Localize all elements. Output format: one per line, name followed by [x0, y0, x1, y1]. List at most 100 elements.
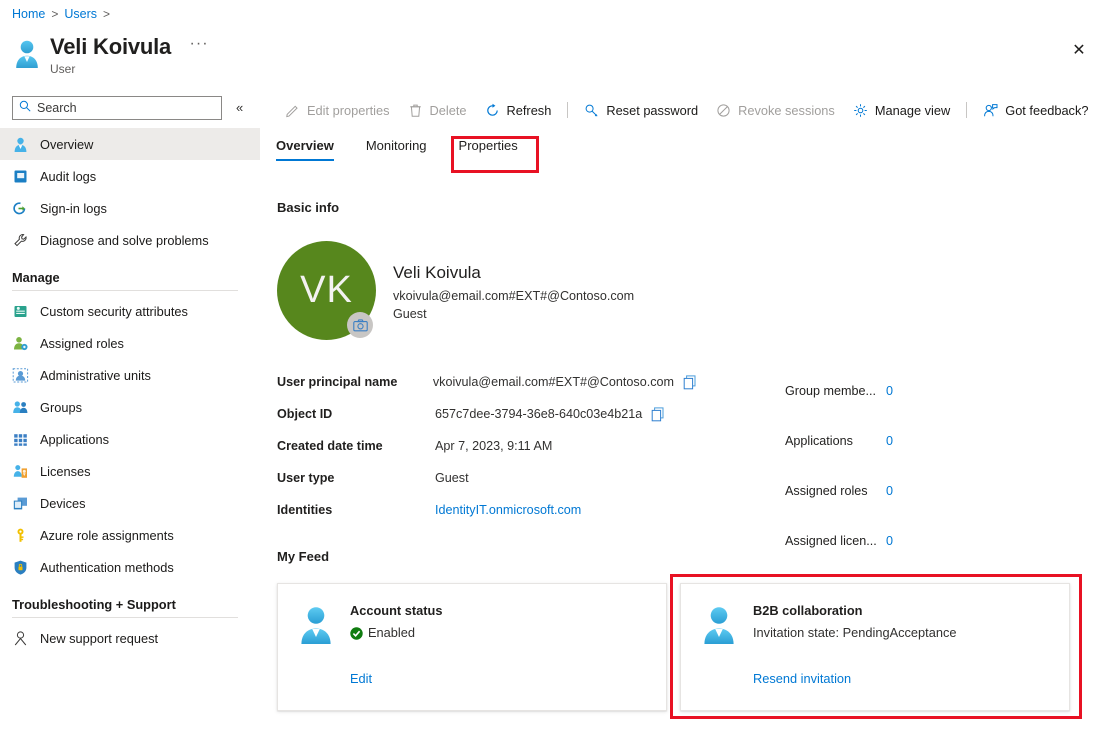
sidebar-item-devices[interactable]: Devices [0, 487, 260, 519]
property-label: Object ID [277, 407, 333, 421]
stat-value[interactable]: 0 [886, 484, 893, 498]
property-value: vkoivula@email.com#EXT#@Contoso.com [432, 375, 674, 389]
collapse-sidebar-button[interactable]: « [236, 100, 243, 116]
key-icon [12, 527, 29, 544]
camera-icon[interactable] [347, 312, 373, 338]
property-row: Identities IdentityIT.onmicrosoft.com [277, 494, 697, 526]
sidebar-item-assigned-roles[interactable]: Assigned roles [0, 327, 260, 359]
reset-password-button[interactable]: Reset password [575, 96, 707, 124]
sidebar-item-label: Overview [40, 136, 94, 152]
breadcrumb: Home > Users > [12, 7, 110, 21]
sidebar-item-label: Audit logs [40, 168, 97, 184]
sidebar-item-custom-security-attributes[interactable]: Custom security attributes [0, 295, 260, 327]
sidebar-item-licenses[interactable]: Licenses [0, 455, 260, 487]
block-icon [716, 103, 731, 118]
stat-label: Applications [785, 434, 853, 448]
revoke-sessions-button[interactable]: Revoke sessions [707, 96, 844, 124]
breadcrumb-item-users[interactable]: Users [64, 7, 97, 21]
card-title: Account status [350, 603, 443, 618]
command-label: Got feedback? [1005, 102, 1089, 118]
tab-monitoring[interactable]: Monitoring [366, 138, 427, 161]
divider [966, 102, 968, 118]
sidebar-item-authentication-methods[interactable]: Authentication methods [0, 551, 260, 583]
property-row: Object ID 657c7dee-3794-36e8-640c03e4b21… [277, 398, 697, 430]
shield-lock-icon [12, 559, 29, 576]
refresh-button[interactable]: Refresh [476, 96, 561, 124]
my-feed-title: My Feed [277, 549, 330, 564]
custom-attributes-icon [12, 303, 29, 320]
sidebar-item-label: Groups [40, 399, 82, 415]
sidebar-item-groups[interactable]: Groups [0, 391, 260, 423]
sidebar-item-overview[interactable]: Overview [0, 128, 260, 160]
stat-value[interactable]: 0 [886, 384, 893, 398]
sidebar-item-diagnose[interactable]: Diagnose and solve problems [0, 224, 260, 256]
basic-info-title: Basic info [277, 200, 340, 215]
card-title: B2B collaboration [753, 603, 863, 618]
feedback-person-icon [983, 103, 998, 118]
user-icon [699, 604, 739, 646]
search-placeholder: Search [37, 101, 77, 115]
sidebar-item-label: Licenses [40, 463, 91, 479]
stat-value[interactable]: 0 [886, 434, 893, 448]
card-status: Enabled [350, 623, 648, 643]
sidebar-item-label: Custom security attributes [40, 303, 188, 319]
identities-link[interactable]: IdentityIT.onmicrosoft.com [435, 503, 581, 517]
close-icon[interactable]: ✕ [1065, 37, 1093, 65]
page-title: Veli Koivula [50, 34, 172, 59]
stat-label: Assigned licen... [785, 534, 877, 548]
property-value: 657c7dee-3794-36e8-640c03e4b21a [435, 407, 643, 421]
edit-properties-button[interactable]: Edit properties [276, 96, 399, 124]
command-label: Edit properties [307, 102, 390, 118]
command-label: Delete [429, 102, 467, 118]
stat-row: Group membe... 0 [785, 366, 1045, 416]
sidebar-item-new-support-request[interactable]: New support request [0, 622, 260, 654]
enabled-check-icon [350, 626, 363, 640]
devices-icon [12, 495, 29, 512]
copy-icon[interactable] [651, 406, 665, 422]
sidebar-item-label: Assigned roles [40, 335, 124, 351]
refresh-icon [485, 103, 500, 118]
card-status: Invitation state: PendingAcceptance [753, 623, 1051, 643]
tab-overview[interactable]: Overview [276, 138, 334, 161]
sidebar-item-label: Devices [40, 495, 86, 511]
sidebar-item-label: Diagnose and solve problems [40, 232, 209, 248]
sidebar-item-azure-role-assignments[interactable]: Azure role assignments [0, 519, 260, 551]
sidebar-item-applications[interactable]: Applications [0, 423, 260, 455]
b2b-collaboration-card[interactable]: B2B collaboration Invitation state: Pend… [680, 583, 1070, 711]
delete-button[interactable]: Delete [399, 96, 476, 124]
property-label: User type [277, 471, 335, 485]
user-icon [12, 136, 29, 153]
sidebar-item-label: Azure role assignments [40, 527, 174, 543]
tab-properties[interactable]: Properties [459, 138, 518, 161]
page-subtitle: User [50, 62, 76, 76]
sidebar-item-administrative-units[interactable]: Administrative units [0, 359, 260, 391]
property-label: User principal name [277, 375, 398, 389]
card-status-text: Enabled [368, 625, 415, 640]
sidebar-item-label: Applications [40, 431, 110, 447]
user-icon [296, 604, 336, 646]
property-row: Created date time Apr 7, 2023, 9:11 AM [277, 430, 697, 462]
stats-list: Group membe... 0 Applications 0 Assigned… [785, 366, 1045, 566]
account-status-card[interactable]: Account status Enabled Edit [277, 583, 667, 711]
more-options-button[interactable]: ··· [190, 35, 209, 53]
azure-user-overview-page: Home > Users > Veli Koivula ··· User ✕ S… [0, 0, 1107, 733]
key-icon [584, 103, 599, 118]
manage-view-button[interactable]: Manage view [844, 96, 959, 124]
pencil-icon [285, 103, 300, 118]
sidebar-item-audit-logs[interactable]: Audit logs [0, 160, 260, 192]
search-input[interactable]: Search [12, 96, 222, 120]
trash-icon [408, 103, 423, 118]
sidebar-group-title: Manage [12, 270, 60, 285]
divider [12, 617, 238, 618]
edit-link[interactable]: Edit [350, 671, 372, 686]
command-label: Revoke sessions [738, 102, 835, 118]
command-bar: Edit properties Delete Refresh Reset pas… [276, 96, 1107, 124]
copy-icon[interactable] [683, 374, 697, 390]
property-row: User principal name vkoivula@email.com#E… [277, 366, 697, 398]
search-icon [19, 99, 31, 117]
resend-invitation-link[interactable]: Resend invitation [753, 671, 851, 686]
breadcrumb-item-home[interactable]: Home [12, 7, 45, 21]
stat-value[interactable]: 0 [886, 534, 893, 548]
sidebar-item-sign-in-logs[interactable]: Sign-in logs [0, 192, 260, 224]
got-feedback-button[interactable]: Got feedback? [974, 96, 1097, 124]
